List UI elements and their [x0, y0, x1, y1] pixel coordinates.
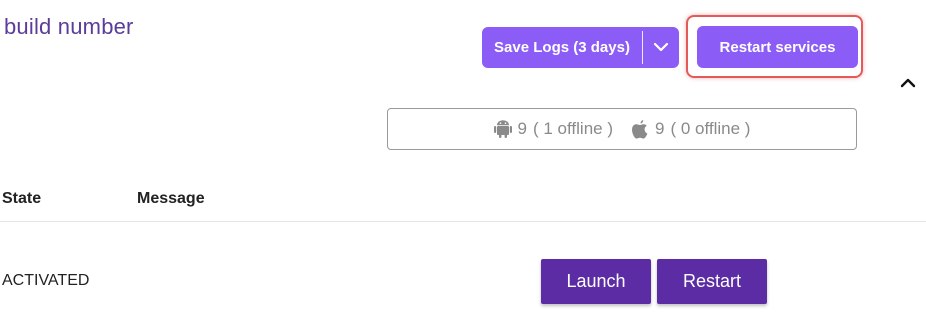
- collapse-toggle[interactable]: [898, 76, 918, 92]
- android-offline-count: ( 1 offline ): [532, 119, 613, 138]
- row-state-cell: ACTIVATED: [2, 272, 90, 289]
- page-title: build number: [4, 14, 134, 39]
- split-divider: [642, 31, 643, 64]
- column-header-state: State: [2, 190, 42, 207]
- ios-offline-count: ( 0 offline ): [670, 119, 751, 138]
- chevron-down-icon: [653, 39, 669, 57]
- ios-device-count: 9: [655, 119, 665, 138]
- column-header-message: Message: [137, 190, 205, 207]
- restart-services-button[interactable]: Restart services: [697, 26, 858, 68]
- restart-button[interactable]: Restart: [657, 259, 767, 304]
- launch-button[interactable]: Launch: [541, 259, 651, 304]
- device-status-summary: 9 ( 1 offline ) 9 ( 0 offline ): [387, 108, 857, 150]
- chevron-up-icon: [900, 75, 916, 93]
- apple-icon: [631, 119, 649, 140]
- android-icon: [493, 119, 512, 139]
- save-logs-button[interactable]: Save Logs (3 days): [482, 27, 642, 68]
- save-logs-menu-button[interactable]: [643, 27, 679, 68]
- android-device-count: 9: [517, 119, 527, 138]
- save-logs-split-button[interactable]: Save Logs (3 days): [482, 27, 679, 68]
- table-header: State Message: [0, 188, 926, 222]
